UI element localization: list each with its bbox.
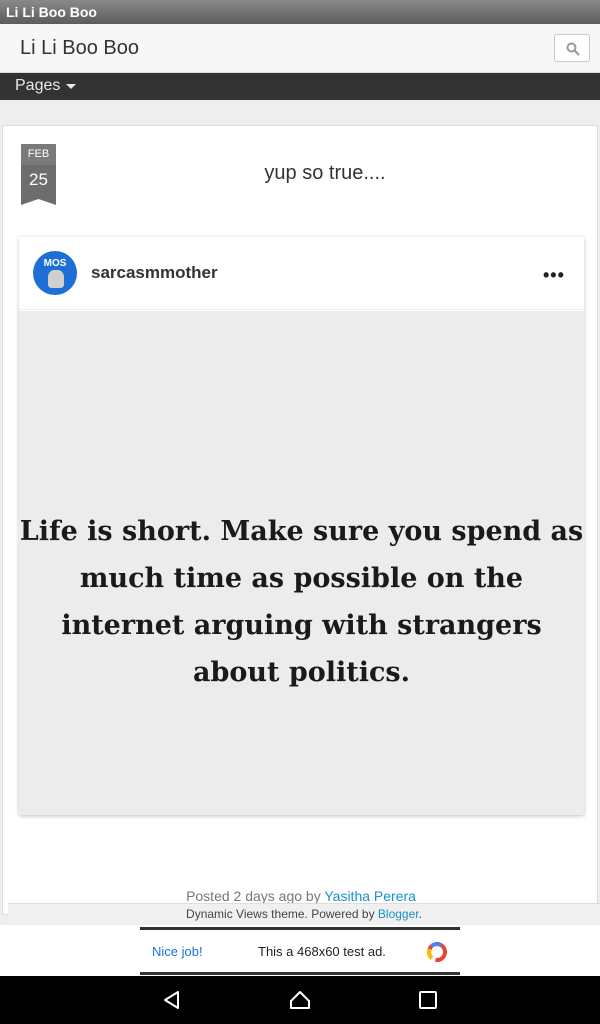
back-icon[interactable] (160, 988, 184, 1012)
posted-age: 2 days ago (233, 888, 303, 904)
blog-header: Li Li Boo Boo (0, 24, 600, 73)
blogger-link[interactable]: Blogger (378, 907, 419, 921)
ad-area: Nice job! This a 468x60 test ad. (0, 925, 600, 976)
browser-tab-title: Li Li Boo Boo (0, 0, 600, 24)
posted-by: by (302, 888, 325, 904)
pages-bar: Pages (0, 73, 600, 100)
search-button[interactable] (554, 34, 590, 62)
date-badge: FEB 25 (21, 144, 56, 205)
avatar-text: MOS (43, 258, 67, 269)
username[interactable]: sarcasmmother (91, 263, 218, 283)
instagram-embed[interactable]: MOS sarcasmmother ••• Life is short. Mak… (19, 237, 584, 815)
footer-text: Dynamic Views theme. Powered by (186, 907, 378, 921)
pages-dropdown[interactable]: Pages (15, 77, 77, 95)
caret-down-icon (66, 83, 77, 89)
embed-image: Life is short. Make sure you spend as mu… (19, 311, 584, 815)
post-title[interactable]: yup so true.... (63, 162, 587, 185)
post-card: FEB 25 yup so true.... MOS sarcasmmother… (2, 125, 598, 915)
home-icon[interactable] (288, 988, 312, 1012)
avatar[interactable]: MOS (33, 251, 77, 295)
ad-nice-job: Nice job! (152, 944, 203, 959)
quote-text: Life is short. Make sure you spend as mu… (19, 516, 584, 688)
theme-footer: Dynamic Views theme. Powered by Blogger. (8, 903, 600, 924)
posted-prefix: Posted (186, 888, 234, 904)
ad-message: This a 468x60 test ad. (258, 944, 386, 959)
pages-label: Pages (15, 77, 61, 94)
search-icon (566, 42, 580, 56)
adchoices-logo-icon (427, 942, 447, 962)
footer-suffix: . (418, 907, 422, 921)
post-meta: Posted 2 days ago by Yasitha Perera (3, 888, 597, 904)
test-ad-banner[interactable]: Nice job! This a 468x60 test ad. (140, 927, 460, 975)
date-day: 25 (21, 165, 56, 205)
avatar-face-icon (48, 270, 64, 288)
recents-icon[interactable] (416, 988, 440, 1012)
author-link[interactable]: Yasitha Perera (324, 888, 416, 904)
embed-header: MOS sarcasmmother ••• (19, 237, 584, 310)
more-options-icon[interactable]: ••• (543, 265, 565, 286)
blog-title[interactable]: Li Li Boo Boo (20, 37, 139, 60)
date-month: FEB (21, 144, 56, 165)
system-nav-bar (0, 976, 600, 1024)
